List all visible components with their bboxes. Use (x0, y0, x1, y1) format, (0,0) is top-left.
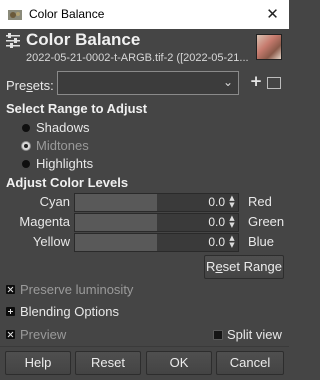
radio-icon (22, 124, 30, 132)
presets-dropdown[interactable]: ⌄ (57, 71, 239, 95)
select-range-title: Select Range to Adjust (6, 101, 148, 116)
ok-button[interactable]: OK (146, 351, 212, 375)
radio-selected-icon (22, 142, 30, 150)
preset-menu-icon[interactable] (267, 77, 281, 89)
dialog-title: Color Balance (26, 30, 141, 49)
green-label: Green (248, 214, 285, 229)
window-titlebar: Color Balance ✕ (0, 0, 289, 29)
magenta-green-slider[interactable]: 0.0 ▲ ▼ (74, 213, 239, 232)
yellow-blue-value: 0.0 (208, 235, 225, 249)
window-title: Color Balance (29, 7, 105, 21)
radio-icon (22, 160, 30, 168)
reset-range-button[interactable]: Reset Range (204, 255, 284, 279)
cyan-red-value: 0.0 (208, 195, 225, 209)
cyan-red-row: Cyan 0.0 ▲ ▼ Red (0, 192, 289, 212)
chevron-down-icon: ⌄ (222, 75, 233, 89)
checkbox-checked-icon (6, 285, 15, 294)
yellow-blue-row: Yellow 0.0 ▲ ▼ Blue (0, 232, 289, 252)
color-balance-icon (6, 33, 20, 48)
red-label: Red (248, 194, 272, 209)
help-button[interactable]: Help (5, 351, 71, 375)
cancel-button[interactable]: Cancel (216, 351, 284, 375)
reset-button[interactable]: Reset (75, 351, 141, 375)
close-icon[interactable]: ✕ (256, 0, 289, 29)
add-preset-icon[interactable]: + (249, 74, 263, 89)
blue-label: Blue (248, 234, 275, 249)
magenta-green-value: 0.0 (208, 215, 225, 229)
spin-arrows-icon[interactable]: ▲ ▼ (228, 235, 236, 249)
image-thumbnail (256, 34, 282, 60)
presets-label: Presets: (6, 78, 54, 93)
yellow-blue-slider[interactable]: 0.0 ▲ ▼ (74, 233, 239, 252)
gimp-app-icon (8, 10, 22, 20)
expand-plus-icon (6, 307, 15, 316)
cyan-label: Cyan (39, 194, 70, 209)
slider-fill (75, 194, 157, 211)
spin-arrows-icon[interactable]: ▲ ▼ (228, 195, 236, 209)
checkbox-unchecked-icon (213, 330, 223, 340)
yellow-label: Yellow (32, 234, 70, 249)
magenta-label: Magenta (19, 214, 70, 229)
image-subtitle: 2022-05-21-0002-t-ARGB.tif-2 ([2022-05-2… (26, 52, 249, 64)
cyan-red-slider[interactable]: 0.0 ▲ ▼ (74, 193, 239, 212)
spin-arrows-icon[interactable]: ▲ ▼ (228, 215, 236, 229)
slider-fill (75, 214, 157, 231)
dialog-header: Color Balance 2022-05-21-0002-t-ARGB.tif… (0, 29, 289, 70)
slider-fill (75, 234, 157, 251)
magenta-green-row: Magenta 0.0 ▲ ▼ Green (0, 212, 289, 232)
divider (0, 346, 289, 347)
checkbox-checked-icon (6, 330, 15, 339)
adjust-levels-title: Adjust Color Levels (6, 175, 129, 190)
